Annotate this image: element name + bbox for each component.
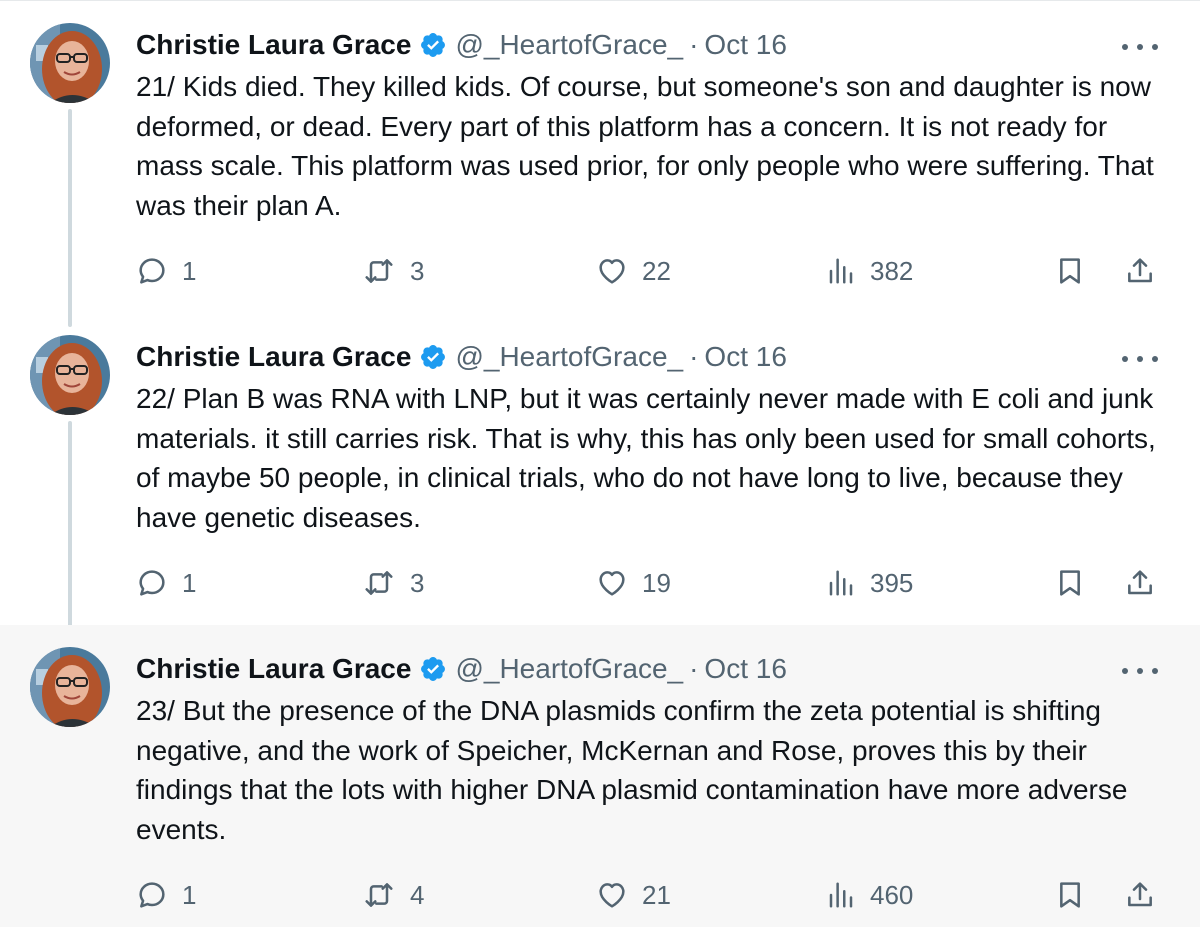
tweet-date[interactable]: Oct 16	[704, 341, 786, 373]
retweet-button[interactable]: 3	[362, 557, 424, 609]
heart-icon	[596, 879, 628, 911]
share-button[interactable]	[1124, 869, 1156, 921]
views-count: 382	[870, 255, 914, 286]
more-dots-icon[interactable]	[1122, 35, 1158, 59]
reply-count: 1	[182, 879, 197, 910]
tweet-text: 21/ Kids died. They killed kids. Of cour…	[136, 71, 1154, 221]
retweet-button[interactable]: 4	[362, 869, 424, 921]
verified-badge-icon	[419, 343, 447, 371]
heart-icon	[596, 255, 628, 287]
avatar[interactable]	[30, 335, 110, 415]
tweet-thread: Christie Laura Grace @_HeartofGrace_ · O…	[0, 0, 1200, 927]
views-button[interactable]: 395	[826, 557, 913, 609]
retweet-button[interactable]: 3	[362, 245, 424, 297]
like-count: 21	[642, 879, 671, 910]
bookmark-icon	[1054, 255, 1086, 287]
verified-badge-icon	[419, 655, 447, 683]
like-button[interactable]: 19	[596, 557, 671, 609]
more-dots-icon[interactable]	[1122, 659, 1158, 683]
views-chart-icon	[826, 567, 856, 599]
separator: ·	[689, 341, 699, 372]
retweet-icon	[362, 879, 396, 911]
reply-button[interactable]: 1	[136, 245, 196, 297]
share-icon	[1124, 567, 1156, 599]
bookmark-icon	[1054, 879, 1086, 911]
heart-icon	[596, 567, 628, 599]
separator: ·	[689, 29, 699, 60]
author-handle[interactable]: @_HeartofGrace_	[455, 29, 683, 61]
reply-button[interactable]: 1	[136, 557, 196, 609]
tweet-text: 23/ But the presence of the DNA plasmids…	[136, 695, 1128, 845]
avatar[interactable]	[30, 647, 110, 727]
tweet-actions: 1 3 19 395	[136, 557, 1160, 609]
tweet-date[interactable]: Oct 16	[704, 653, 786, 685]
retweet-count: 4	[410, 879, 425, 910]
tweet[interactable]: Christie Laura Grace @_HeartofGrace_ · O…	[0, 313, 1200, 625]
retweet-icon	[362, 255, 396, 287]
tweet-header: Christie Laura Grace @_HeartofGrace_ · O…	[136, 649, 787, 689]
reply-count: 1	[182, 255, 197, 286]
views-chart-icon	[826, 255, 856, 287]
tweet[interactable]: Christie Laura Grace @_HeartofGrace_ · O…	[0, 625, 1200, 927]
like-button[interactable]: 22	[596, 245, 671, 297]
tweet[interactable]: Christie Laura Grace @_HeartofGrace_ · O…	[0, 1, 1200, 313]
reply-icon	[136, 879, 168, 911]
views-chart-icon	[826, 879, 856, 911]
retweet-icon	[362, 567, 396, 599]
bookmark-button[interactable]	[1054, 557, 1086, 609]
bookmark-button[interactable]	[1054, 245, 1086, 297]
share-icon	[1124, 879, 1156, 911]
author-handle[interactable]: @_HeartofGrace_	[455, 653, 683, 685]
avatar[interactable]	[30, 23, 110, 103]
bookmark-icon	[1054, 567, 1086, 599]
reply-icon	[136, 255, 168, 287]
like-button[interactable]: 21	[596, 869, 671, 921]
tweet-actions: 1 4 21 460	[136, 869, 1160, 921]
tweet-date[interactable]: Oct 16	[704, 29, 786, 61]
author-name[interactable]: Christie Laura Grace	[136, 653, 411, 685]
verified-badge-icon	[419, 31, 447, 59]
reply-icon	[136, 567, 168, 599]
like-count: 19	[642, 567, 671, 598]
author-handle[interactable]: @_HeartofGrace_	[455, 341, 683, 373]
reply-count: 1	[182, 567, 197, 598]
retweet-count: 3	[410, 567, 425, 598]
more-dots-icon[interactable]	[1122, 347, 1158, 371]
share-icon	[1124, 255, 1156, 287]
tweet-header: Christie Laura Grace @_HeartofGrace_ · O…	[136, 337, 787, 377]
share-button[interactable]	[1124, 557, 1156, 609]
views-count: 395	[870, 567, 914, 598]
author-name[interactable]: Christie Laura Grace	[136, 29, 411, 61]
tweet-actions: 1 3 22 382	[136, 245, 1160, 297]
tweet-text: 22/ Plan B was RNA with LNP, but it was …	[136, 383, 1156, 533]
retweet-count: 3	[410, 255, 425, 286]
tweet-header: Christie Laura Grace @_HeartofGrace_ · O…	[136, 25, 787, 65]
bookmark-button[interactable]	[1054, 869, 1086, 921]
views-count: 460	[870, 879, 914, 910]
like-count: 22	[642, 255, 671, 286]
author-name[interactable]: Christie Laura Grace	[136, 341, 411, 373]
reply-button[interactable]: 1	[136, 869, 196, 921]
views-button[interactable]: 382	[826, 245, 913, 297]
separator: ·	[689, 653, 699, 684]
views-button[interactable]: 460	[826, 869, 913, 921]
share-button[interactable]	[1124, 245, 1156, 297]
